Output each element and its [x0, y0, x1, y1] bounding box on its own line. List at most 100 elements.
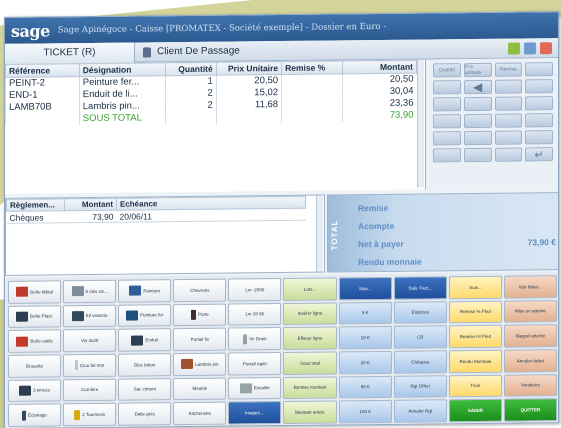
col-designation[interactable]: Désignation	[79, 62, 166, 77]
article-button[interactable]: Peinture fer	[118, 303, 172, 328]
article-button[interactable]: Kitchenette	[173, 401, 227, 426]
ticket-tab[interactable]: TICKET (R)	[5, 42, 135, 64]
keypad-key[interactable]	[525, 113, 553, 128]
article-button[interactable]: Kit visserie	[63, 304, 117, 328]
col-unit-price[interactable]: Prix Unitaire	[216, 61, 282, 76]
article-button[interactable]: Peinture	[118, 279, 172, 303]
keypad-key[interactable]	[463, 147, 492, 163]
backspace-arrow-icon[interactable]: ◀	[463, 79, 492, 95]
sellers-button[interactable]: Vendeurs	[503, 373, 557, 397]
enter-arrow-icon[interactable]: ↵	[525, 147, 553, 162]
article-button[interactable]: Ve Drain	[228, 327, 282, 351]
lots-button[interactable]: Lots...	[283, 277, 337, 301]
keypad-discount-key[interactable]: Remise	[494, 62, 523, 77]
col-payment-amount[interactable]: Montant	[64, 198, 117, 211]
article-button[interactable]: Brouette	[8, 354, 62, 378]
amount-20-button[interactable]: 20 €	[338, 350, 392, 375]
keypad-key[interactable]	[525, 62, 553, 77]
payment-row[interactable]: Chèques 73,90 20/06/11	[6, 208, 306, 224]
next-yellow-button[interactable]: Suiv...	[448, 275, 502, 299]
discount-percent-button[interactable]: Remise % Pied	[448, 300, 502, 324]
keypad-key[interactable]	[433, 148, 461, 163]
discount-ht-button[interactable]: Remise Ht Pied	[448, 325, 502, 349]
article-amount-button[interactable]: Montant article	[283, 400, 337, 424]
article-button[interactable]: Lambris pin	[173, 352, 227, 376]
keypad-price-key[interactable]: Prix unitaire	[463, 62, 492, 78]
drawer-button[interactable]: Tiroir	[448, 374, 502, 398]
keypad-key[interactable]	[463, 130, 492, 146]
insert-line-button[interactable]: Insérer ligne	[283, 302, 337, 326]
col-quantity[interactable]: Quantité	[165, 62, 217, 76]
keypad-key[interactable]	[433, 80, 461, 95]
recall-hold-button[interactable]: Rappel attente	[503, 324, 557, 348]
images-button[interactable]: Images ...	[228, 401, 282, 425]
article-button[interactable]: Lvr 20 €€	[228, 302, 282, 326]
article-button[interactable]: Boîte Métal	[8, 280, 62, 304]
keypad-key[interactable]	[433, 114, 461, 129]
keypad-key[interactable]	[433, 131, 461, 146]
amount-10-button[interactable]: 10 €	[338, 326, 392, 350]
article-button[interactable]: Lvr -200€	[228, 278, 282, 302]
change-button[interactable]: Rendu Monnaie	[448, 349, 502, 373]
lines-scrollbar[interactable]	[417, 59, 424, 188]
col-amount[interactable]: Montant	[342, 60, 417, 74]
keypad-key[interactable]	[494, 96, 523, 111]
chart-icon[interactable]	[524, 41, 536, 54]
article-button[interactable]: Éclairage	[8, 403, 62, 427]
star-icon[interactable]	[508, 42, 520, 55]
keypad-key[interactable]	[525, 96, 553, 111]
article-button[interactable]: Meuble	[173, 377, 227, 401]
view-ticket-button[interactable]: Voir ticket...	[503, 275, 557, 299]
article-button[interactable]: Porte	[173, 303, 227, 327]
article-button[interactable]: Boîte Plast.	[8, 304, 62, 329]
offered-payment-button[interactable]: Rgt Offert	[393, 374, 447, 399]
keypad-key[interactable]	[494, 130, 523, 145]
keypad-key[interactable]	[494, 147, 523, 162]
col-payment-mode[interactable]: Règlemen...	[6, 198, 65, 212]
cheques-button[interactable]: Chèques	[393, 350, 447, 374]
cash-button[interactable]: Espèces	[393, 300, 447, 325]
article-button[interactable]: Dalle grès	[118, 402, 172, 426]
article-button[interactable]: Portail rapin	[228, 351, 282, 376]
article-button[interactable]: Clou 50 mm	[63, 353, 117, 377]
keypad-key[interactable]	[525, 79, 553, 94]
article-button[interactable]: 3 pinces	[8, 378, 62, 403]
keypad-quantity-key[interactable]: Quantit	[433, 63, 461, 78]
article-button[interactable]: Vis 4x30	[63, 329, 117, 353]
subtotal-button[interactable]: Sous total	[283, 351, 337, 375]
next-button[interactable]: Suiv...	[338, 276, 392, 301]
article-button[interactable]: Escalier	[228, 376, 282, 400]
keypad-key[interactable]	[463, 113, 492, 129]
card-button[interactable]: CB	[393, 325, 447, 349]
print-icon[interactable]	[540, 41, 552, 54]
keypad-key[interactable]	[494, 113, 523, 128]
amount-50-button[interactable]: 50 €	[338, 375, 392, 399]
article-button[interactable]: Portail fix	[173, 327, 227, 352]
keypad-key[interactable]	[494, 79, 523, 94]
customer-name[interactable]: Client De Passage	[157, 45, 240, 57]
keypad-key[interactable]	[433, 97, 461, 112]
amount-5-button[interactable]: 5 €	[338, 301, 392, 325]
next-invoice-button[interactable]: Suiv. Fact...	[393, 276, 447, 300]
delete-line-button[interactable]: Effacer ligne	[283, 326, 337, 350]
keypad-key[interactable]	[525, 130, 553, 145]
keypad-key[interactable]	[463, 96, 492, 112]
article-button[interactable]: 2 Tournevis	[63, 403, 117, 427]
input-button[interactable]: SAISIR	[448, 399, 502, 423]
quit-button[interactable]: QUITTER	[503, 398, 557, 422]
amount-100-button[interactable]: 100 €	[338, 400, 392, 424]
payments-scrollbar[interactable]	[316, 195, 323, 272]
cancel-payment-button[interactable]: Annuler Rgt	[393, 399, 447, 423]
article-button[interactable]: Boîte outils	[8, 329, 62, 353]
cancel-ticket-button[interactable]: Annuler ticket	[503, 349, 557, 373]
article-button[interactable]: 6 clés six...	[63, 279, 117, 303]
article-button[interactable]: Chevrons	[173, 278, 227, 302]
col-discount[interactable]: Remise %	[281, 60, 343, 75]
article-button[interactable]: Sac ciment	[118, 377, 172, 402]
col-reference[interactable]: Référence	[5, 63, 80, 78]
discount-amount-button[interactable]: Remise montant	[283, 376, 337, 400]
hold-button[interactable]: Mise en attente	[503, 299, 557, 323]
article-button[interactable]: Cornière	[63, 378, 117, 402]
article-button[interactable]: Bloc béton	[118, 353, 172, 377]
article-button[interactable]: Enduit	[118, 328, 172, 352]
